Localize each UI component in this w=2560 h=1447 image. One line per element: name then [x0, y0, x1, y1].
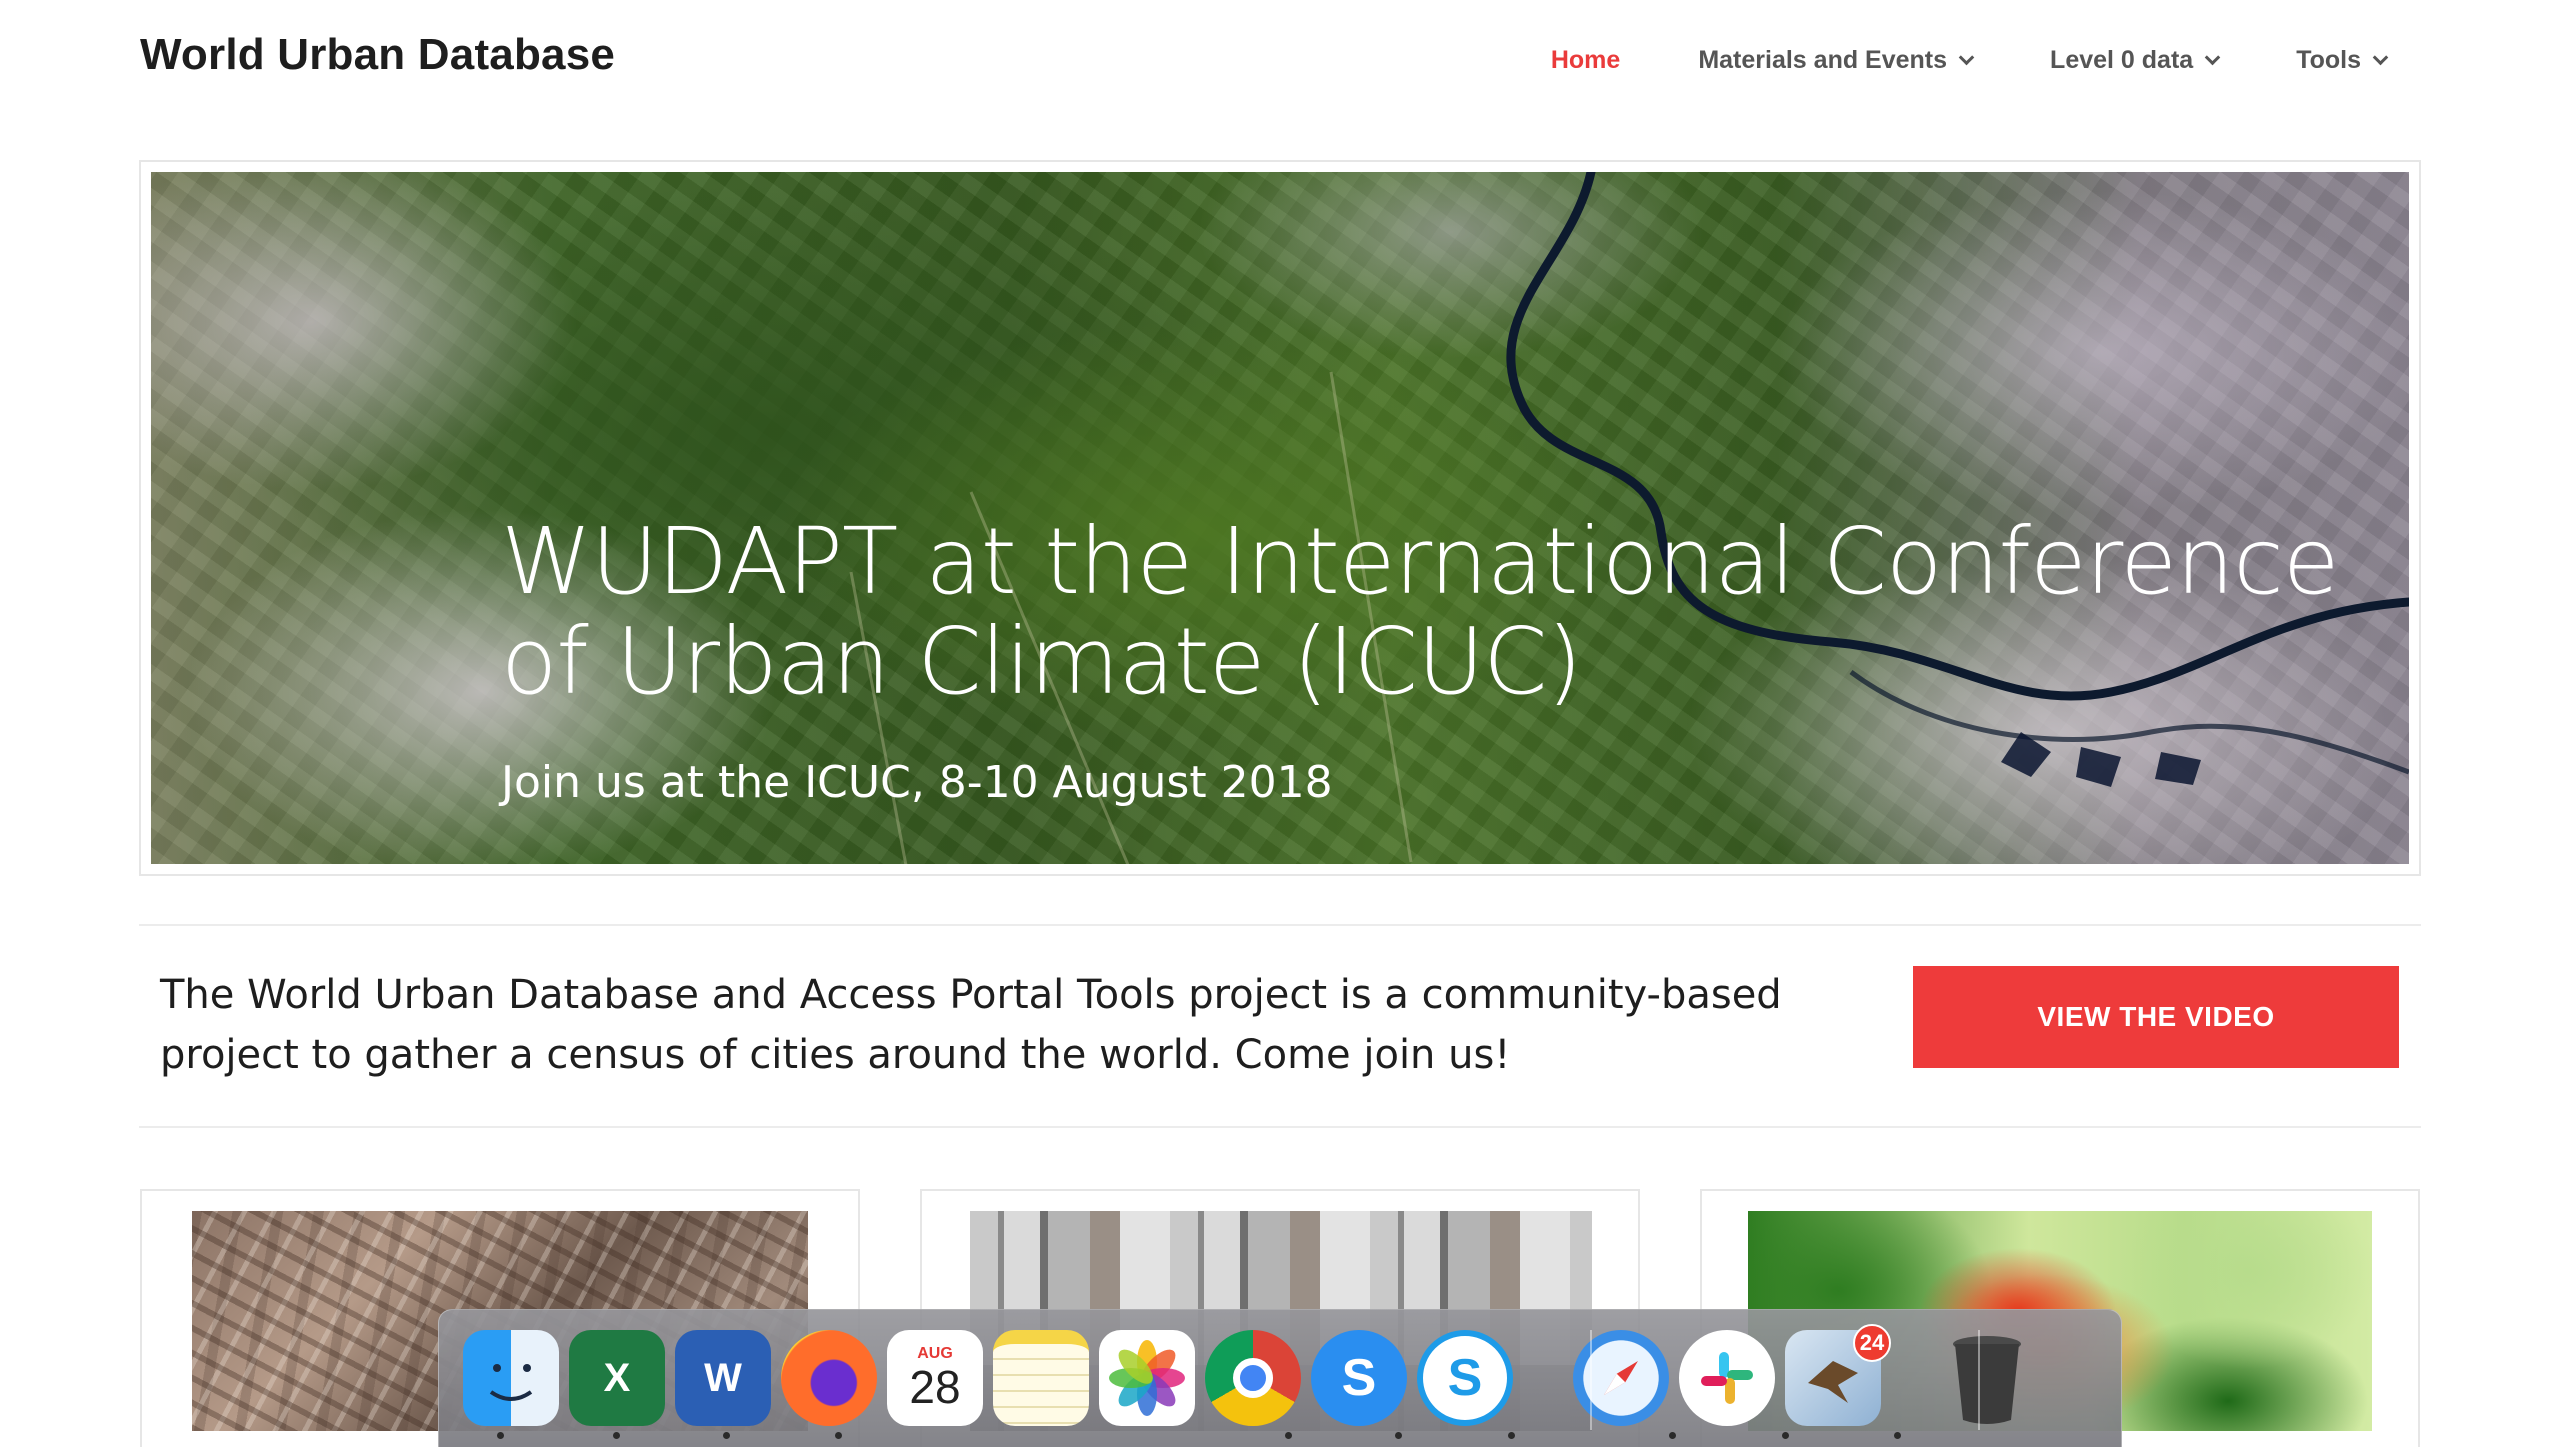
divider [139, 924, 2421, 926]
notes-icon[interactable] [993, 1330, 1089, 1426]
dock-separator [1978, 1330, 1980, 1430]
hero-slider: WUDAPT at the International Conference o… [139, 160, 2421, 876]
running-indicator [1508, 1432, 1515, 1439]
mail-icon[interactable]: 24 [1785, 1324, 1891, 1426]
running-indicator [835, 1432, 842, 1439]
nav-item-label: Level 0 data [2050, 46, 2194, 74]
finder-icon[interactable] [463, 1330, 559, 1426]
running-indicator [497, 1432, 504, 1439]
site-title[interactable]: World Urban Database [140, 30, 615, 80]
view-video-button[interactable]: VIEW THE VIDEO [1913, 966, 2399, 1068]
running-indicator [1894, 1432, 1901, 1439]
chevron-down-icon [2204, 49, 2221, 65]
trash-icon[interactable] [1939, 1330, 2035, 1426]
skype-business-icon[interactable]: S [1311, 1330, 1407, 1426]
site-header: World Urban Database Home Materials and … [0, 0, 2560, 130]
nav-item-tools[interactable]: Tools [2296, 46, 2389, 75]
photos-icon[interactable] [1099, 1330, 1195, 1426]
chevron-down-icon [2372, 49, 2389, 65]
nav-item-label: Home [1550, 46, 1621, 74]
running-indicator [723, 1432, 730, 1439]
nav-item-level-0-data[interactable]: Level 0 data [2050, 46, 2221, 75]
hero-subtitle: Join us at the ICUC, 8-10 August 2018 [501, 757, 1333, 808]
calendar-day: 28 [909, 1361, 961, 1413]
chrome-icon[interactable] [1205, 1330, 1301, 1426]
skype-icon[interactable]: S [1417, 1330, 1513, 1426]
hero-title: WUDAPT at the International Conference o… [501, 508, 2339, 715]
hero-satellite-image: WUDAPT at the International Conference o… [151, 172, 2409, 864]
running-indicator [1782, 1432, 1789, 1439]
running-indicator [613, 1432, 620, 1439]
intro-text: The World Urban Database and Access Port… [160, 972, 1782, 1078]
word-icon[interactable]: W [675, 1330, 771, 1426]
nav-item-label: Tools [2296, 46, 2361, 74]
slack-icon[interactable] [1679, 1330, 1775, 1426]
safari-icon[interactable] [1573, 1330, 1669, 1426]
nav-item-label: Materials and Events [1698, 46, 1948, 74]
nav-item-home[interactable]: Home [1551, 46, 1620, 75]
mail-badge: 24 [1853, 1324, 1891, 1362]
running-indicator [1395, 1432, 1402, 1439]
main-nav: Home Materials and Events Level 0 data T… [1473, 46, 2389, 75]
running-indicator [1285, 1432, 1292, 1439]
nav-item-materials-and-events[interactable]: Materials and Events [1698, 46, 1975, 75]
divider [139, 1126, 2421, 1128]
excel-icon[interactable]: X [569, 1330, 665, 1426]
calendar-icon[interactable]: AUG 28 [887, 1330, 983, 1426]
running-indicator [1669, 1432, 1676, 1439]
macos-dock: X W AUG 28 S S 24 [438, 1309, 2122, 1447]
chevron-down-icon [1958, 49, 1975, 65]
firefox-icon[interactable] [781, 1330, 877, 1426]
dock-separator [1590, 1330, 1592, 1430]
